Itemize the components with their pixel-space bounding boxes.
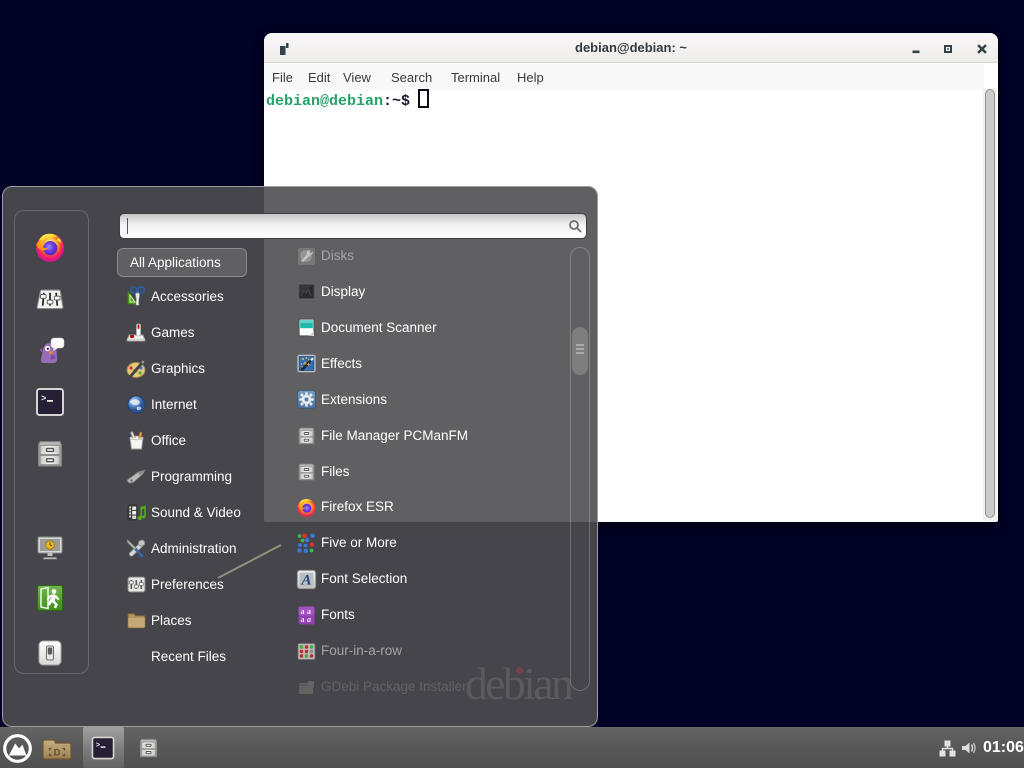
svg-text:D: D [54,748,61,758]
svg-text:>: > [41,394,46,404]
svg-text:>: > [96,742,101,750]
svg-text:a: a [301,615,305,624]
svg-text:a: a [307,615,311,624]
svg-text:A: A [300,572,311,588]
